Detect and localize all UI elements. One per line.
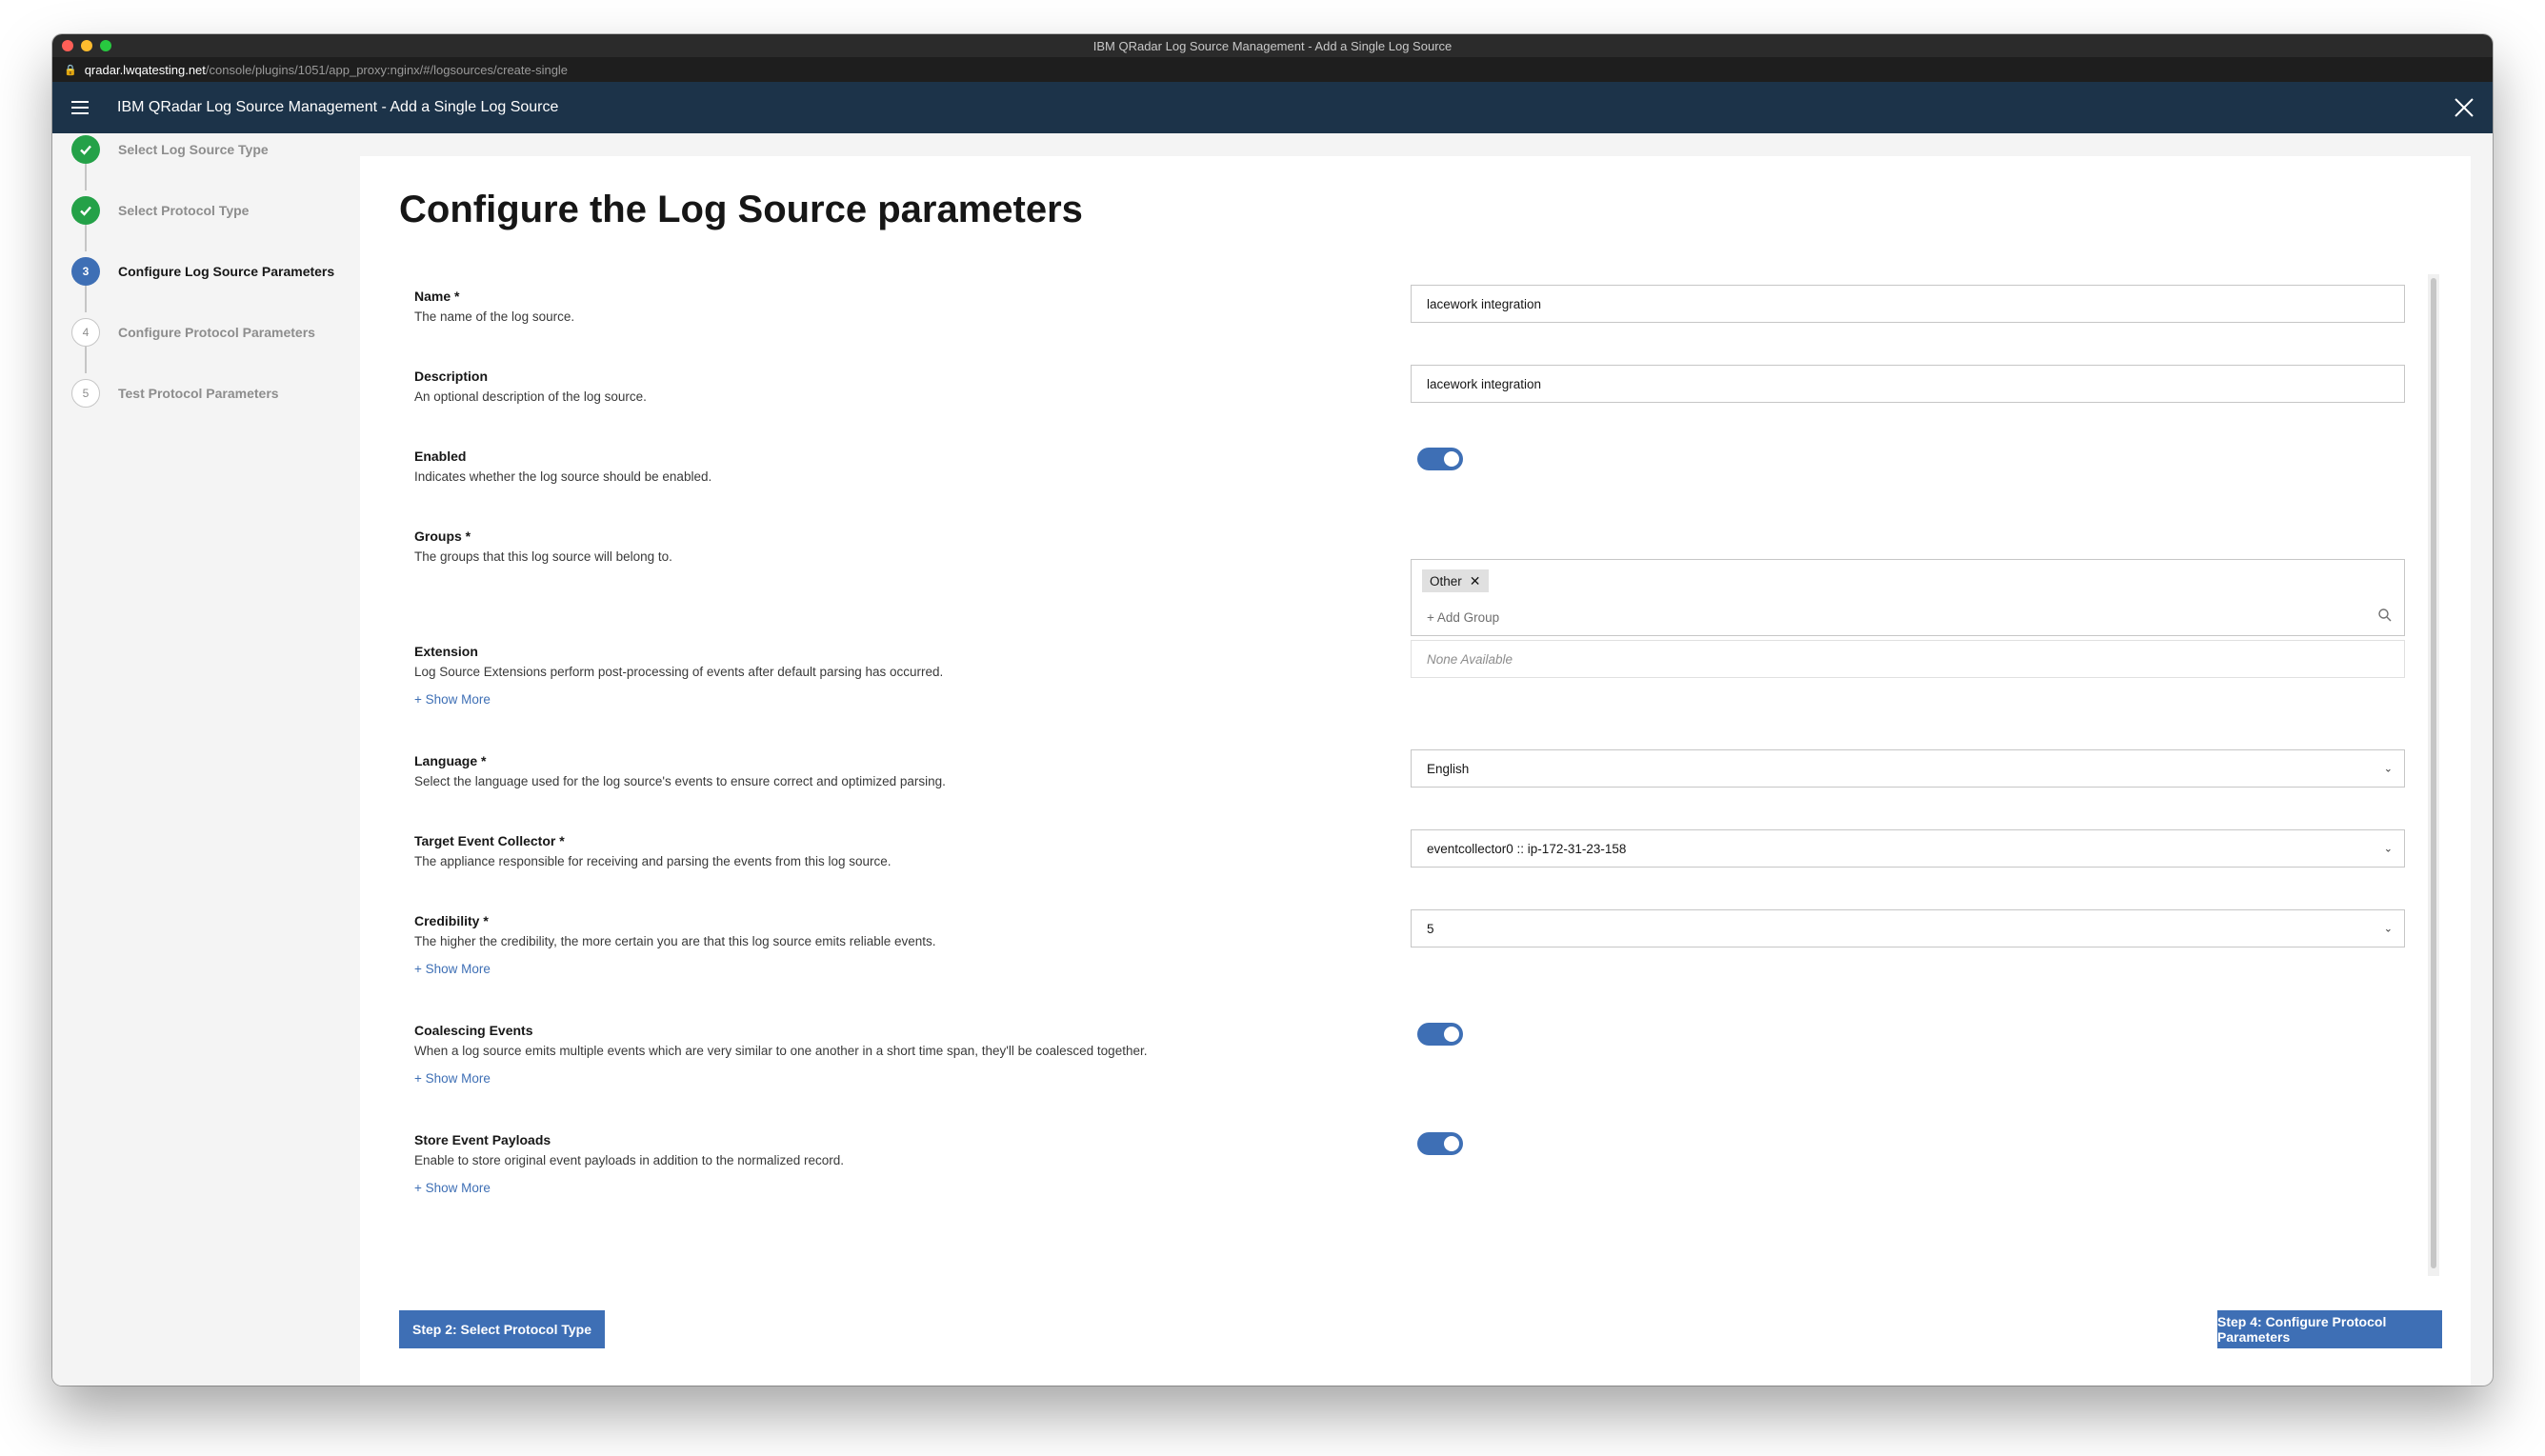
step-label: Configure Log Source Parameters: [118, 264, 335, 279]
back-button[interactable]: Step 2: Select Protocol Type: [399, 1310, 605, 1348]
field-label: Credibility *: [414, 913, 489, 928]
window-title: IBM QRadar Log Source Management - Add a…: [1092, 38, 1453, 53]
field-label: Language *: [414, 753, 487, 768]
step-label: Configure Protocol Parameters: [118, 325, 315, 340]
field-label: Extension: [414, 644, 478, 659]
app-header: IBM QRadar Log Source Management - Add a…: [52, 82, 2493, 133]
collector-select[interactable]: eventcollector0 :: ip-172-31-23-158 ⌄: [1411, 829, 2405, 868]
remove-tag-icon[interactable]: ✕: [1470, 573, 1481, 589]
step-connector: [85, 225, 87, 251]
field-description: Indicates whether the log source should …: [414, 469, 712, 484]
step-number: 4: [71, 318, 100, 347]
search-icon[interactable]: [2377, 608, 2393, 623]
checkmark-icon: [71, 196, 100, 225]
page-title: Configure the Log Source parameters: [399, 189, 1083, 230]
step-select-log-source-type[interactable]: Select Log Source Type: [71, 135, 269, 164]
group-tag: Other ✕: [1422, 569, 1489, 592]
step-connector: [85, 286, 87, 312]
address-bar[interactable]: 🔒 qradar.lwqatesting.net /console/plugin…: [52, 57, 2493, 82]
step-label: Test Protocol Parameters: [118, 386, 279, 401]
step-configure-log-source-parameters[interactable]: 3 Configure Log Source Parameters: [71, 257, 334, 286]
step-connector: [85, 347, 87, 373]
lock-icon: 🔒: [64, 64, 77, 76]
field-label: Enabled: [414, 449, 467, 464]
chevron-down-icon: ⌄: [2383, 923, 2393, 935]
step-number: 3: [71, 257, 100, 286]
language-value: English: [1427, 761, 1470, 776]
coalescing-toggle[interactable]: [1417, 1023, 1463, 1046]
credibility-select[interactable]: 5 ⌄: [1411, 909, 2405, 947]
field-description: An optional description of the log sourc…: [414, 389, 647, 404]
groups-multiselect[interactable]: Other ✕ + Add Group: [1411, 559, 2405, 636]
scrollbar-thumb[interactable]: [2431, 278, 2436, 1268]
next-button[interactable]: Step 4: Configure Protocol Parameters: [2217, 1310, 2442, 1348]
chevron-down-icon: ⌄: [2383, 763, 2393, 775]
field-label: Target Event Collector *: [414, 833, 565, 848]
language-row: Language * Select the language used for …: [414, 753, 946, 788]
close-icon[interactable]: [2453, 96, 2475, 119]
group-tag-label: Other: [1430, 573, 1462, 588]
field-description: Enable to store original event payloads …: [414, 1153, 845, 1167]
step-test-protocol-parameters[interactable]: 5 Test Protocol Parameters: [71, 379, 279, 408]
window-titlebar: IBM QRadar Log Source Management - Add a…: [52, 34, 2493, 57]
enabled-row: Enabled Indicates whether the log source…: [414, 449, 711, 484]
browser-window: IBM QRadar Log Source Management - Add a…: [52, 34, 2493, 1386]
field-label: Groups *: [414, 529, 471, 544]
show-more-link[interactable]: + Show More: [414, 962, 936, 976]
scrollbar[interactable]: [2428, 274, 2439, 1276]
description-input[interactable]: lacework integration: [1411, 365, 2405, 403]
app-title: IBM QRadar Log Source Management - Add a…: [117, 99, 559, 115]
field-description: When a log source emits multiple events …: [414, 1044, 1148, 1058]
window-controls: [62, 40, 111, 51]
payloads-toggle[interactable]: [1417, 1132, 1463, 1155]
maximize-window-button[interactable]: [100, 40, 111, 51]
enabled-toggle[interactable]: [1417, 448, 1463, 470]
main-panel: Configure the Log Source parameters Name…: [360, 156, 2471, 1386]
step-connector: [85, 164, 87, 190]
description-row: Description An optional description of t…: [414, 369, 647, 404]
field-label: Coalescing Events: [414, 1023, 533, 1038]
show-more-link[interactable]: + Show More: [414, 692, 943, 707]
field-description: Select the language used for the log sou…: [414, 774, 946, 788]
close-window-button[interactable]: [62, 40, 73, 51]
hamburger-menu-icon[interactable]: [71, 101, 89, 114]
name-row: Name * The name of the log source.: [414, 289, 574, 324]
chevron-down-icon: ⌄: [2383, 843, 2393, 855]
extension-select: None Available: [1411, 640, 2405, 678]
groups-row: Groups * The groups that this log source…: [414, 529, 672, 564]
field-description: The higher the credibility, the more cer…: [414, 934, 936, 948]
collector-row: Target Event Collector * The appliance r…: [414, 833, 892, 868]
name-input[interactable]: lacework integration: [1411, 285, 2405, 323]
field-label: Store Event Payloads: [414, 1132, 551, 1147]
url-path: /console/plugins/1051/app_proxy:nginx/#/…: [205, 62, 569, 77]
show-more-link[interactable]: + Show More: [414, 1181, 844, 1195]
extension-row: Extension Log Source Extensions perform …: [414, 644, 943, 707]
show-more-link[interactable]: + Show More: [414, 1071, 1147, 1086]
step-label: Select Protocol Type: [118, 203, 250, 218]
step-number: 5: [71, 379, 100, 408]
field-description: The appliance responsible for receiving …: [414, 854, 892, 868]
field-label: Name *: [414, 289, 460, 304]
credibility-value: 5: [1427, 921, 1434, 936]
collector-value: eventcollector0 :: ip-172-31-23-158: [1427, 841, 1627, 856]
progress-sidebar: Select Log Source Type Select Protocol T…: [52, 133, 360, 1386]
credibility-row: Credibility * The higher the credibility…: [414, 913, 936, 976]
step-configure-protocol-parameters[interactable]: 4 Configure Protocol Parameters: [71, 318, 315, 347]
field-description: The groups that this log source will bel…: [414, 549, 672, 564]
add-group-input[interactable]: + Add Group: [1427, 610, 1499, 625]
field-description: The name of the log source.: [414, 309, 575, 324]
minimize-window-button[interactable]: [81, 40, 92, 51]
payloads-row: Store Event Payloads Enable to store ori…: [414, 1132, 844, 1195]
language-select[interactable]: English ⌄: [1411, 749, 2405, 788]
field-label: Description: [414, 369, 489, 384]
step-select-protocol-type[interactable]: Select Protocol Type: [71, 196, 249, 225]
field-description: Log Source Extensions perform post-proce…: [414, 665, 944, 679]
step-label: Select Log Source Type: [118, 142, 269, 157]
url-host: qradar.lwqatesting.net: [84, 62, 206, 77]
coalescing-row: Coalescing Events When a log source emit…: [414, 1023, 1147, 1086]
checkmark-icon: [71, 135, 100, 164]
